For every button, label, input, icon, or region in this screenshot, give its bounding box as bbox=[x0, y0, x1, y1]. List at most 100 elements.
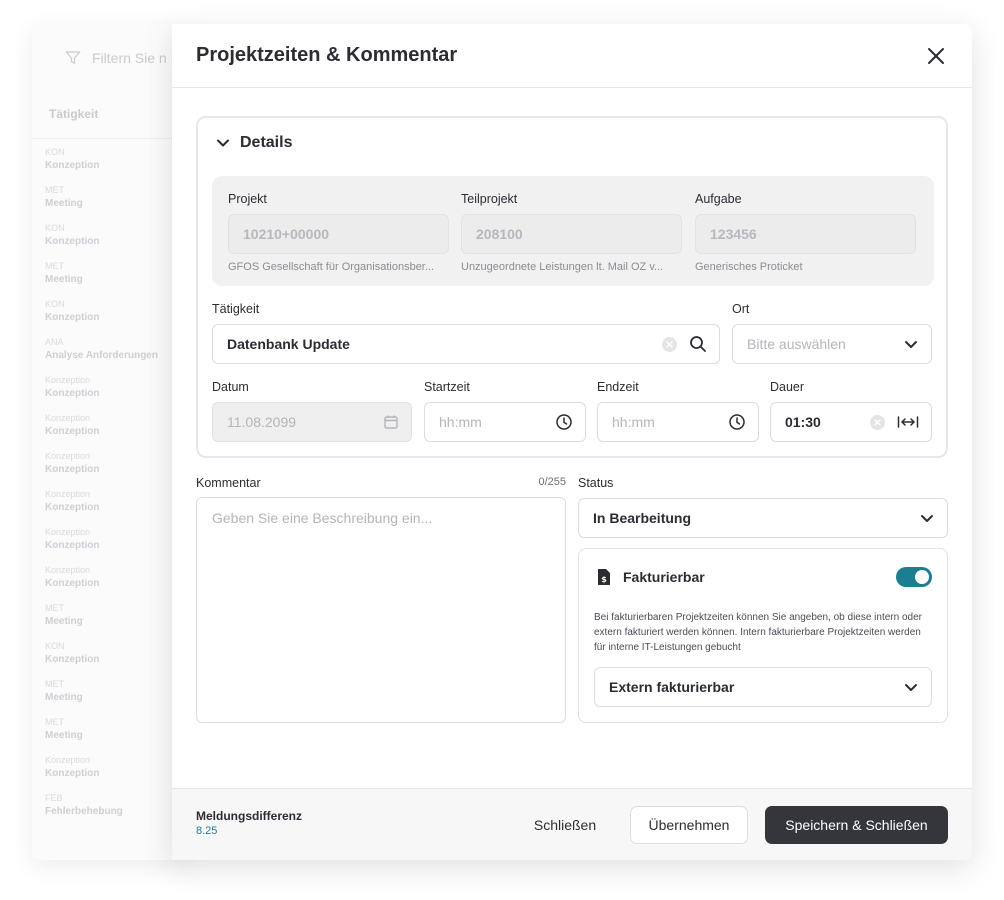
teilprojekt-value: 208100 bbox=[461, 214, 682, 254]
teilprojekt-field: Teilprojekt 208100 Unzugeordnete Leistun… bbox=[461, 192, 682, 273]
ort-field: Ort Bitte auswählen bbox=[732, 302, 932, 364]
clock-icon[interactable] bbox=[555, 413, 573, 431]
list-item[interactable]: MET Meeting bbox=[45, 678, 158, 716]
list-item-code: ANA bbox=[45, 337, 64, 347]
list-item[interactable]: FEB Fehlerbehebung bbox=[45, 792, 158, 830]
chevron-down-icon bbox=[905, 341, 917, 348]
status-select[interactable]: In Bearbeitung bbox=[578, 498, 948, 538]
calendar-icon bbox=[384, 415, 398, 429]
list-item-code: Konzeption bbox=[45, 565, 91, 575]
chevron-down-icon bbox=[217, 139, 229, 147]
list-item-name: Konzeption bbox=[45, 312, 100, 323]
list-item[interactable]: KON Konzeption bbox=[45, 640, 158, 678]
toggle-knob bbox=[915, 570, 929, 584]
projekt-field: Projekt 10210+00000 GFOS Gesellschaft fü… bbox=[228, 192, 449, 273]
list-item-name: Konzeption bbox=[45, 654, 100, 665]
projekt-description: GFOS Gesellschaft für Organisationsber..… bbox=[228, 261, 435, 273]
endzeit-label: Endzeit bbox=[597, 380, 639, 394]
list-item-code: Konzeption bbox=[45, 375, 91, 385]
list-item-name: Meeting bbox=[45, 692, 83, 703]
save-and-close-button[interactable]: Speichern & Schließen bbox=[765, 806, 948, 844]
list-item-code: KON bbox=[45, 147, 65, 157]
kommentar-placeholder: Geben Sie eine Beschreibung ein... bbox=[212, 510, 433, 526]
ort-label: Ort bbox=[732, 302, 750, 316]
list-item-name: Konzeption bbox=[45, 540, 100, 551]
startzeit-input[interactable]: hh:mm bbox=[424, 402, 586, 442]
kommentar-char-count: 0/255 bbox=[538, 476, 566, 488]
datum-label: Datum bbox=[212, 380, 249, 394]
activity-list: KON Konzeption MET Meeting KON Konzeption MET M… bbox=[45, 146, 158, 830]
datum-field: Datum 11.08.2099 bbox=[212, 380, 412, 442]
list-item-code: KON bbox=[45, 641, 65, 651]
background-list-panel: Filtern Sie n Tätigkeit KON Konzeption MET… bbox=[32, 24, 192, 860]
close-icon bbox=[928, 47, 944, 64]
modal-dialog: Projektzeiten & Kommentar Details Projek… bbox=[172, 24, 972, 860]
endzeit-input[interactable]: hh:mm bbox=[597, 402, 759, 442]
modal-title: Projektzeiten & Kommentar bbox=[196, 44, 458, 66]
clock-icon[interactable] bbox=[728, 413, 746, 431]
aufgabe-field: Aufgabe 123456 Generisches Proticket bbox=[695, 192, 916, 273]
list-item[interactable]: Konzeption Konzeption bbox=[45, 374, 158, 412]
list-item-code: KON bbox=[45, 223, 65, 233]
clear-icon[interactable] bbox=[662, 336, 677, 352]
list-item-code: Konzeption bbox=[45, 489, 91, 499]
list-item[interactable]: KON Konzeption bbox=[45, 146, 158, 184]
kommentar-textarea[interactable]: Geben Sie eine Beschreibung ein... bbox=[196, 497, 566, 723]
filter-bar[interactable]: Filtern Sie n bbox=[64, 48, 167, 68]
expand-width-icon[interactable] bbox=[897, 415, 919, 429]
list-item-name: Konzeption bbox=[45, 236, 100, 247]
taetigkeit-input[interactable]: Datenbank Update bbox=[212, 324, 720, 364]
list-item-code: KON bbox=[45, 299, 65, 309]
column-header: Tätigkeit bbox=[32, 94, 192, 139]
list-item[interactable]: Konzeption Konzeption bbox=[45, 488, 158, 526]
projekt-value: 10210+00000 bbox=[228, 214, 449, 254]
list-item-code: Konzeption bbox=[45, 755, 91, 765]
list-item-name: Konzeption bbox=[45, 768, 100, 779]
taetigkeit-value: Datenbank Update bbox=[227, 336, 350, 352]
dauer-input[interactable]: 01:30 bbox=[770, 402, 932, 442]
ort-placeholder: Bitte auswählen bbox=[747, 336, 846, 352]
list-item[interactable]: KON Konzeption bbox=[45, 222, 158, 260]
list-item[interactable]: Konzeption Konzeption bbox=[45, 754, 158, 792]
startzeit-label: Startzeit bbox=[424, 380, 470, 394]
list-item[interactable]: KON Konzeption bbox=[45, 298, 158, 336]
details-section: Details Projekt 10210+00000 GFOS Gesells… bbox=[196, 116, 948, 458]
close-button[interactable] bbox=[924, 44, 948, 68]
list-item-name: Konzeption bbox=[45, 388, 100, 399]
list-item-code: MET bbox=[45, 717, 64, 727]
fakturierung-value: Extern fakturierbar bbox=[609, 679, 735, 695]
list-item[interactable]: MET Meeting bbox=[45, 184, 158, 222]
status-field: Status In Bearbeitung bbox=[578, 476, 948, 538]
list-item[interactable]: Konzeption Konzeption bbox=[45, 564, 158, 602]
startzeit-placeholder: hh:mm bbox=[439, 414, 482, 430]
list-item[interactable]: MET Meeting bbox=[45, 260, 158, 298]
list-item-name: Analyse Anforderungen bbox=[45, 350, 158, 361]
endzeit-placeholder: hh:mm bbox=[612, 414, 655, 430]
clear-icon[interactable] bbox=[870, 414, 885, 430]
details-toggle[interactable]: Details bbox=[216, 134, 292, 152]
teilprojekt-description: Unzugeordnete Leistungen lt. Mail OZ v..… bbox=[461, 261, 664, 273]
list-item[interactable]: Konzeption Konzeption bbox=[45, 526, 158, 564]
fakturierbar-description: Bei fakturierbaren Projektzeiten können … bbox=[594, 612, 922, 653]
dauer-label: Dauer bbox=[770, 380, 805, 394]
apply-button[interactable]: Übernehmen bbox=[630, 806, 748, 844]
filter-placeholder: Filtern Sie n bbox=[92, 50, 167, 66]
ort-select[interactable]: Bitte auswählen bbox=[732, 324, 932, 364]
dauer-field: Dauer 01:30 bbox=[770, 380, 932, 442]
fakturierbar-label: Fakturierbar bbox=[623, 569, 705, 585]
close-text-button[interactable]: Schließen bbox=[520, 806, 610, 844]
details-title: Details bbox=[240, 134, 293, 151]
list-item[interactable]: Konzeption Konzeption bbox=[45, 450, 158, 488]
list-item[interactable]: Konzeption Konzeption bbox=[45, 412, 158, 450]
list-item-name: Meeting bbox=[45, 198, 83, 209]
meldungsdifferenz-label: Meldungsdifferenz bbox=[196, 809, 303, 823]
aufgabe-value: 123456 bbox=[695, 214, 916, 254]
modal-header: Projektzeiten & Kommentar bbox=[172, 24, 972, 88]
list-item[interactable]: ANA Analyse Anforderungen bbox=[45, 336, 158, 374]
fakturierbar-toggle[interactable] bbox=[896, 567, 932, 587]
search-icon[interactable] bbox=[689, 335, 707, 353]
list-item[interactable]: MET Meeting bbox=[45, 716, 158, 754]
modal-footer: Meldungsdifferenz 8.25 Schließen Überneh… bbox=[172, 788, 972, 860]
fakturierung-select[interactable]: Extern fakturierbar bbox=[594, 667, 932, 707]
list-item[interactable]: MET Meeting bbox=[45, 602, 158, 640]
